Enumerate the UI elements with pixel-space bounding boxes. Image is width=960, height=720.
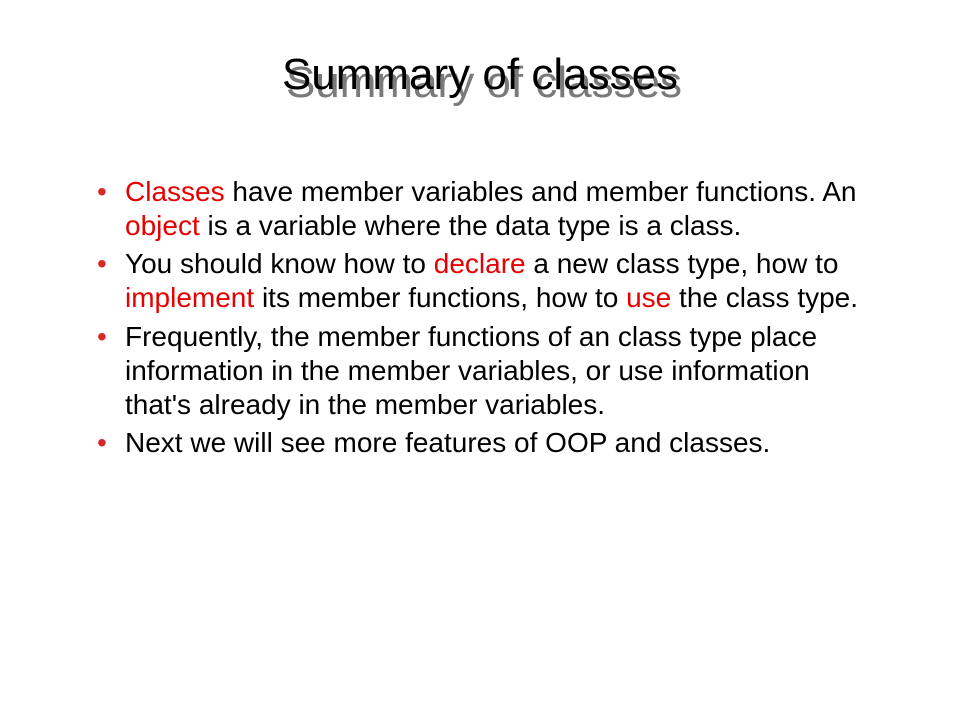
bullet-item: Frequently, the member functions of an c… xyxy=(95,320,875,422)
keyword-text: declare xyxy=(434,248,526,279)
keyword-text: use xyxy=(626,282,671,313)
slide-title-wrap: Summary of classes Summary of classes xyxy=(0,50,960,100)
keyword-text: Classes xyxy=(125,176,225,207)
body-text: its member functions, how to xyxy=(254,282,626,313)
bullet-item: Classes have member variables and member… xyxy=(95,175,875,243)
body-text: Frequently, the member functions of an c… xyxy=(125,321,817,420)
keyword-text: object xyxy=(125,210,200,241)
body-text: is a variable where the data type is a c… xyxy=(200,210,742,241)
body-text: Next we will see more features of OOP an… xyxy=(125,427,770,458)
slide-title: Summary of classes xyxy=(282,50,678,100)
body-text: the class type. xyxy=(671,282,858,313)
body-text: have member variables and member functio… xyxy=(225,176,857,207)
slide: Summary of classes Summary of classes Cl… xyxy=(0,0,960,720)
slide-body: Classes have member variables and member… xyxy=(95,175,875,464)
bullet-item: You should know how to declare a new cla… xyxy=(95,247,875,315)
keyword-text: implement xyxy=(125,282,254,313)
body-text: a new class type, how to xyxy=(526,248,839,279)
body-text: You should know how to xyxy=(125,248,434,279)
bullet-item: Next we will see more features of OOP an… xyxy=(95,426,875,460)
bullet-list: Classes have member variables and member… xyxy=(95,175,875,460)
